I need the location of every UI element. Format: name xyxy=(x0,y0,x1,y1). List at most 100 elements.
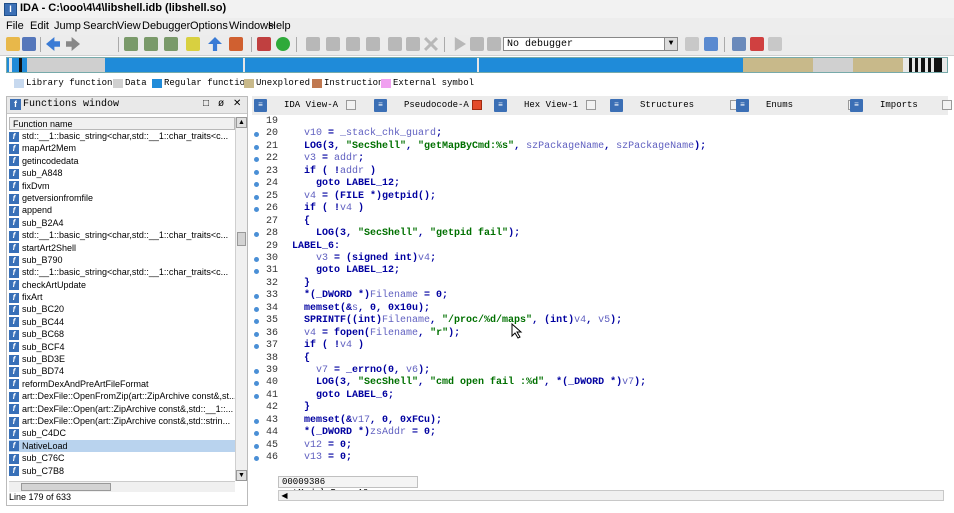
restore-icon[interactable]: □ xyxy=(203,98,209,109)
code-line[interactable]: 21 LOG(3, "SecShell", "getMapByCmd:%s", … xyxy=(252,141,948,153)
menu-jump[interactable]: Jump xyxy=(54,20,81,32)
function-list-item[interactable]: f sub_A848 xyxy=(9,167,235,179)
menu-help[interactable]: Help xyxy=(268,20,291,32)
graph-icon[interactable] xyxy=(257,37,271,51)
code-line[interactable]: 22 v3 = addr; xyxy=(252,153,948,165)
scroll-left-icon[interactable]: ◀ xyxy=(279,491,290,500)
function-list-item[interactable]: f sub_BC68 xyxy=(9,328,235,340)
function-list-item[interactable]: f sub_B790 xyxy=(9,254,235,266)
menu-view[interactable]: View xyxy=(117,20,141,32)
names-icon[interactable] xyxy=(750,37,764,51)
menu-edit[interactable]: Edit xyxy=(30,20,49,32)
refresh-icon[interactable] xyxy=(704,37,718,51)
function-list-item[interactable]: f art::DexFile::Open(art::ZipArchive cons… xyxy=(9,415,235,427)
code-line[interactable]: 24 goto LABEL_12; xyxy=(252,178,948,190)
run-to-cursor-icon[interactable] xyxy=(346,37,360,51)
forward-arrow-icon[interactable] xyxy=(66,37,80,51)
code-line[interactable]: 27 { xyxy=(252,216,948,228)
tab-pseudocode-a[interactable]: ≡ Pseudocode-A xyxy=(374,98,486,113)
attach-icon[interactable] xyxy=(406,37,420,51)
function-list-item[interactable]: f std::__1::basic_string<char,std::__1::c… xyxy=(9,130,235,142)
step-into-icon[interactable] xyxy=(306,37,320,51)
code-line[interactable]: 25 v4 = (FILE *)getpid(); xyxy=(252,191,948,203)
scroll-down-icon[interactable]: ▼ xyxy=(236,470,247,481)
pseudocode-view[interactable]: 19 20 v10 = _stack_chk_guard; 21 LOG(3, "S… xyxy=(252,115,948,473)
function-list-item[interactable]: f append xyxy=(9,204,235,216)
function-list-item[interactable]: f sub_B2A4 xyxy=(9,217,235,229)
immediate-search-icon[interactable] xyxy=(164,37,178,51)
code-line[interactable]: 30 v3 = (signed int)v4; xyxy=(252,253,948,265)
menu-options[interactable]: Options xyxy=(190,20,228,32)
function-list-item[interactable]: f getincodedata xyxy=(9,155,235,167)
code-line[interactable]: 23 if ( !addr ) xyxy=(252,166,948,178)
close-icon[interactable]: ✕ xyxy=(233,98,241,109)
function-name-column-header[interactable]: Function name xyxy=(9,117,235,130)
function-list-item[interactable]: f getversionfromfile xyxy=(9,192,235,204)
function-list-item[interactable]: f art::DexFile::Open(art::ZipArchive cons… xyxy=(9,403,235,415)
text-search-icon[interactable] xyxy=(144,37,158,51)
code-line[interactable]: 35 SPRINTF((int)Filename, "/proc/%d/maps… xyxy=(252,315,948,327)
code-line[interactable]: 39 v7 = _errno(0, v6); xyxy=(252,365,948,377)
tab-structures[interactable]: ≡ Structures xyxy=(610,98,744,113)
segments-icon[interactable] xyxy=(732,37,746,51)
function-list-item[interactable]: f art::DexFile::OpenFromZip(art::ZipArchi… xyxy=(9,390,235,402)
code-line[interactable]: 38 { xyxy=(252,353,948,365)
detach-close-icon[interactable] xyxy=(424,37,438,51)
function-list-item[interactable]: f startArt2Shell xyxy=(9,242,235,254)
scroll-up-icon[interactable]: ▲ xyxy=(236,117,247,128)
stop-process-icon[interactable] xyxy=(487,37,501,51)
menu-file[interactable]: File xyxy=(6,20,24,32)
menu-windows[interactable]: Windows xyxy=(229,20,274,32)
chevron-down-icon[interactable]: ▼ xyxy=(664,38,677,50)
function-list-item[interactable]: f sub_BD74 xyxy=(9,365,235,378)
code-line[interactable]: 31 goto LABEL_12; xyxy=(252,265,948,277)
debugger-options-icon[interactable] xyxy=(685,37,699,51)
code-line[interactable]: 34 memset(&s, 0, 0x10u); xyxy=(252,303,948,315)
tab-close-icon[interactable] xyxy=(586,100,596,110)
function-list-item[interactable]: f sub_C4DC xyxy=(9,427,235,439)
patch-icon[interactable] xyxy=(229,37,243,51)
step-out-icon[interactable] xyxy=(366,37,380,51)
function-list-item[interactable]: f mapArt2Mem xyxy=(9,142,235,155)
code-line[interactable]: 40 LOG(3, "SecShell", "cmd open fail :%d… xyxy=(252,377,948,389)
code-line[interactable]: 44 *(_DWORD *)zsAddr = 0; xyxy=(252,427,948,439)
code-line[interactable]: 26 if ( !v4 ) xyxy=(252,203,948,215)
function-list-item[interactable]: f sub_BCF4 xyxy=(9,341,235,353)
function-list-item[interactable]: f fixArt xyxy=(9,291,235,303)
code-line[interactable]: 32 } xyxy=(252,278,948,290)
scroll-thumb[interactable] xyxy=(21,483,111,491)
save-icon[interactable] xyxy=(22,37,36,51)
code-line[interactable]: 28 LOG(3, "SecShell", "getpid fail"); xyxy=(252,228,948,240)
step-over-icon[interactable] xyxy=(326,37,340,51)
code-line[interactable]: 33 *(_DWORD *)Filename = 0; xyxy=(252,290,948,302)
debugger-select[interactable]: No debugger ▼ xyxy=(503,37,678,51)
binary-search-icon[interactable] xyxy=(124,37,138,51)
code-line[interactable]: 20 v10 = _stack_chk_guard; xyxy=(252,128,948,140)
function-list-item[interactable]: f sub_BC20 xyxy=(9,303,235,316)
tab-imports[interactable]: ≡ Imports xyxy=(850,98,954,113)
float-icon[interactable]: ø xyxy=(218,98,224,109)
code-line[interactable]: 36 v4 = fopen(Filename, "r"); xyxy=(252,328,948,340)
code-line[interactable]: 45 v12 = 0; xyxy=(252,440,948,452)
run-icon[interactable] xyxy=(276,37,290,51)
breakpoint-icon[interactable] xyxy=(388,37,402,51)
code-line[interactable]: 19 xyxy=(252,116,948,128)
pseudocode-horizontal-scrollbar[interactable]: ◀ xyxy=(278,490,944,501)
start-process-icon[interactable] xyxy=(454,37,466,51)
function-list-item[interactable]: f sub_C7B8 xyxy=(9,465,235,477)
code-line[interactable]: 29 LABEL_6: xyxy=(252,241,948,253)
function-list-item[interactable]: f NativeLoad xyxy=(9,439,235,453)
function-list-item[interactable]: f sub_BC44 xyxy=(9,316,235,328)
scroll-thumb[interactable] xyxy=(237,232,246,246)
up-arrow-icon[interactable] xyxy=(208,37,222,51)
function-list-item[interactable]: f reformDexAndPreArtFileFormat xyxy=(9,378,235,390)
code-line[interactable]: 37 if ( !v4 ) xyxy=(252,340,948,352)
tab-ida-view-a[interactable]: ≡ IDA View-A xyxy=(254,98,360,113)
tab-close-icon[interactable] xyxy=(942,100,952,110)
menu-search[interactable]: Search xyxy=(83,20,118,32)
function-list-item[interactable]: f std::__1::basic_string<char,std::__1::c… xyxy=(9,229,235,241)
hex-icon[interactable] xyxy=(186,37,200,51)
pause-process-icon[interactable] xyxy=(470,37,484,51)
menu-debugger[interactable]: Debugger xyxy=(142,20,190,32)
function-list-item[interactable]: f sub_BD3E xyxy=(9,353,235,365)
